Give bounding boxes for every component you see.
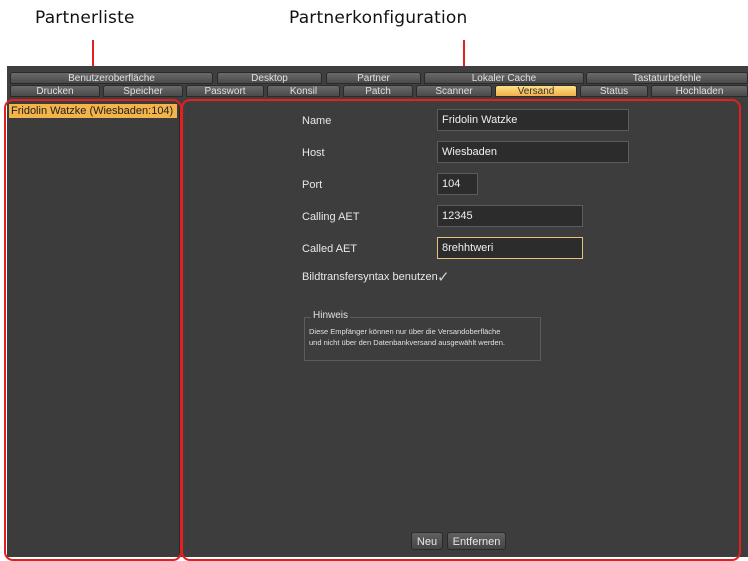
tab-passwort[interactable]: Passwort (186, 85, 264, 97)
callout-partner-config: Partnerkonfiguration (289, 8, 468, 28)
tab-patch[interactable]: Patch (343, 85, 413, 97)
tab-drucken[interactable]: Drucken (10, 85, 100, 97)
annotation-frame-partner-list (4, 99, 182, 561)
tab-lokaler-cache[interactable]: Lokaler Cache (424, 72, 584, 84)
annotation-frame-partner-config (181, 99, 741, 561)
tab-desktop[interactable]: Desktop (217, 72, 322, 84)
tab-konsil[interactable]: Konsil (267, 85, 340, 97)
tab-tastaturbefehle[interactable]: Tastaturbefehle (586, 72, 748, 84)
tab-status[interactable]: Status (580, 85, 648, 97)
tab-benutzeroberflaeche[interactable]: Benutzeroberfläche (10, 72, 213, 84)
tab-partner[interactable]: Partner (326, 72, 421, 84)
tab-versand[interactable]: Versand (495, 85, 577, 97)
callout-partner-list: Partnerliste (35, 8, 135, 28)
tab-speicher[interactable]: Speicher (103, 85, 183, 97)
tab-scanner[interactable]: Scanner (416, 85, 492, 97)
tab-hochladen[interactable]: Hochladen (651, 85, 748, 97)
